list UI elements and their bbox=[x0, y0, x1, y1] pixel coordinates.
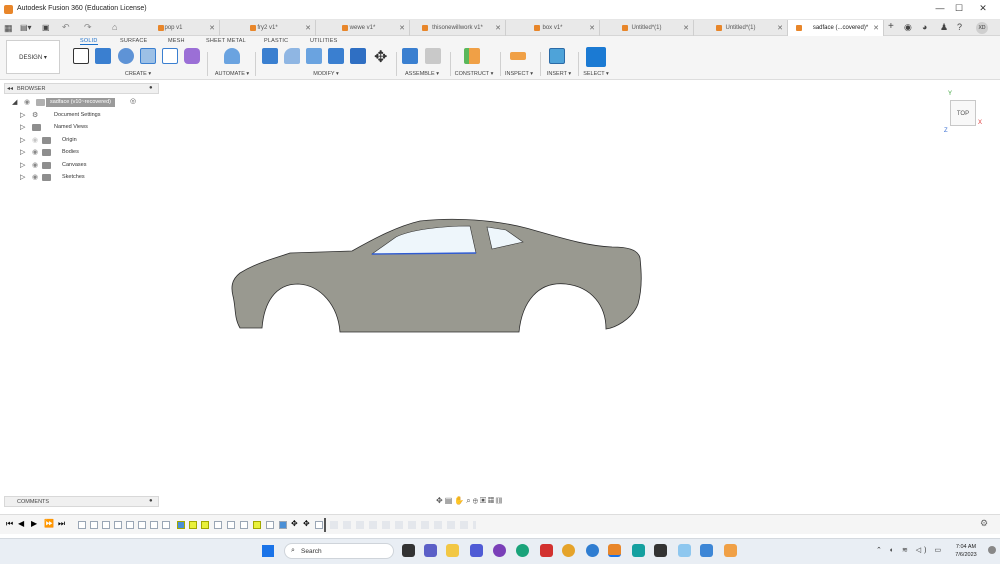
tray-icons[interactable]: ⌃ ◐ ≋ ◁) ▭ bbox=[876, 546, 944, 554]
timeline-feature[interactable] bbox=[227, 521, 235, 529]
play-icon[interactable]: ▶ bbox=[31, 519, 37, 528]
viewports-icon[interactable]: ▥ bbox=[496, 496, 504, 505]
timeline-move-icon[interactable]: ✥ bbox=[303, 519, 310, 528]
timeline-feature[interactable] bbox=[266, 521, 274, 529]
edge-icon[interactable] bbox=[516, 544, 529, 557]
model-canvas[interactable] bbox=[0, 0, 1000, 564]
timeline-feature[interactable] bbox=[315, 521, 323, 529]
timeline-marker[interactable] bbox=[324, 518, 326, 532]
clock-time: 7:04 AM bbox=[955, 544, 977, 550]
search-placeholder: Search bbox=[301, 548, 322, 555]
comments-pin-icon[interactable]: ● bbox=[149, 498, 153, 504]
chrome-icon[interactable] bbox=[562, 544, 575, 557]
fit-icon[interactable]: ⊕ bbox=[473, 496, 480, 505]
app-icon[interactable] bbox=[724, 544, 737, 557]
app-icon[interactable] bbox=[586, 544, 599, 557]
timeline: ⏮ ◀ ▶ ⏩ ⏭ ✥ ✥ ⚙ bbox=[0, 514, 1000, 534]
selected-sketch-line[interactable] bbox=[371, 252, 477, 255]
arduino-icon[interactable] bbox=[632, 544, 645, 557]
timeline-feature[interactable] bbox=[114, 521, 122, 529]
app-icon[interactable] bbox=[678, 544, 691, 557]
navigation-bar: ✥▤✋⌕⊕▣▦▥ bbox=[436, 496, 560, 506]
timeline-feature-highlighted[interactable] bbox=[253, 521, 261, 529]
step-back-icon[interactable]: ◀ bbox=[18, 519, 24, 528]
timeline-feature[interactable] bbox=[78, 521, 86, 529]
timeline-feature-highlighted[interactable] bbox=[189, 521, 197, 529]
timeline-feature[interactable] bbox=[214, 521, 222, 529]
pan-icon[interactable]: ✋ bbox=[454, 496, 466, 505]
timeline-feature[interactable] bbox=[90, 521, 98, 529]
notification-center-icon[interactable] bbox=[988, 546, 996, 554]
teams-icon[interactable] bbox=[470, 544, 483, 557]
display-settings-icon[interactable]: ▣ bbox=[480, 496, 488, 505]
timeline-feature[interactable] bbox=[279, 521, 287, 529]
timeline-feature[interactable] bbox=[150, 521, 158, 529]
timeline-feature-highlighted[interactable] bbox=[201, 521, 209, 529]
timeline-canvas-feature[interactable] bbox=[177, 521, 185, 529]
orbit-icon[interactable]: ✥ bbox=[436, 496, 445, 505]
acrobat-icon[interactable] bbox=[540, 544, 553, 557]
search-icon: ⌕ bbox=[291, 547, 295, 554]
timeline-settings-icon[interactable]: ⚙ bbox=[980, 518, 988, 529]
taskbar-clock[interactable]: 7:04 AM 7/6/2023 bbox=[946, 543, 986, 559]
look-at-icon[interactable]: ▤ bbox=[445, 496, 455, 505]
chat-icon[interactable] bbox=[424, 544, 437, 557]
step-forward-icon[interactable]: ⏩ bbox=[44, 519, 54, 528]
task-view-icon[interactable] bbox=[402, 544, 415, 557]
file-explorer-icon[interactable] bbox=[446, 544, 459, 557]
fusion-taskbar-icon[interactable] bbox=[608, 544, 621, 557]
timeline-feature[interactable] bbox=[162, 521, 170, 529]
clock-date: 7/6/2023 bbox=[955, 552, 977, 558]
taskbar-search[interactable]: ⌕ Search bbox=[284, 543, 394, 559]
start-icon[interactable] bbox=[262, 545, 274, 557]
sublime-icon[interactable] bbox=[654, 544, 667, 557]
timeline-feature[interactable] bbox=[138, 521, 146, 529]
timeline-move-icon[interactable]: ✥ bbox=[291, 519, 298, 528]
go-to-end-icon[interactable]: ⏭ bbox=[58, 519, 65, 529]
go-to-start-icon[interactable]: ⏮ bbox=[6, 519, 13, 529]
timeline-suppressed-features bbox=[330, 521, 476, 529]
timeline-feature[interactable] bbox=[126, 521, 134, 529]
comments-title: COMMENTS bbox=[17, 499, 50, 505]
grid-icon[interactable]: ▦ bbox=[488, 496, 496, 505]
timeline-feature[interactable] bbox=[102, 521, 110, 529]
comments-panel-header[interactable]: COMMENTS ● bbox=[4, 496, 159, 507]
app-icon[interactable] bbox=[700, 544, 713, 557]
podcast-app-icon[interactable] bbox=[493, 544, 506, 557]
timeline-feature[interactable] bbox=[240, 521, 248, 529]
